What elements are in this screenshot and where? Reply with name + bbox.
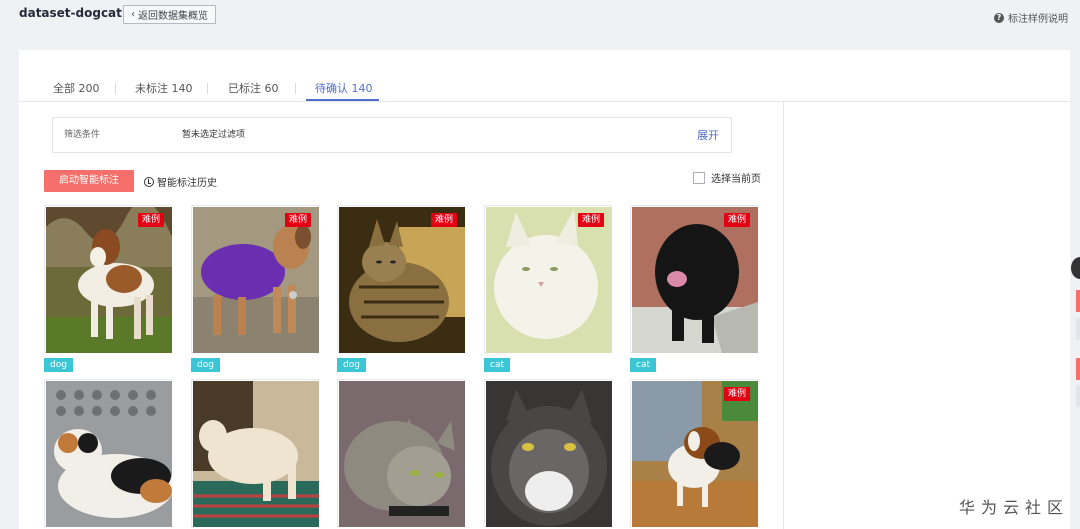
filter-value: 暂未选定过滤项 bbox=[182, 130, 246, 140]
label-tag: dog bbox=[44, 358, 73, 372]
image-card[interactable] bbox=[484, 379, 612, 527]
filter-box: 筛选条件 暂未选定过滤项 展开 bbox=[52, 117, 732, 153]
tab-labeled[interactable]: 已标注 60 bbox=[228, 80, 279, 96]
auto-label-history-link[interactable]: 智能标注历史 bbox=[144, 174, 217, 189]
labeling-example-help-link[interactable]: ? 标注样例说明 bbox=[994, 10, 1068, 25]
cat-photo bbox=[486, 381, 612, 527]
filter-expand-link[interactable]: 展开 bbox=[697, 127, 719, 143]
hard-example-badge: 难例 bbox=[430, 213, 457, 227]
floating-side-tab[interactable] bbox=[1076, 385, 1080, 407]
cat-photo bbox=[486, 207, 612, 353]
label-tag: cat bbox=[630, 358, 656, 372]
tab-divider bbox=[207, 83, 208, 94]
start-auto-label-button[interactable]: 启动智能标注 bbox=[44, 170, 134, 192]
hard-example-badge: 难例 bbox=[577, 213, 604, 227]
history-icon bbox=[144, 176, 154, 187]
history-label: 智能标注历史 bbox=[157, 178, 217, 189]
dog-photo bbox=[193, 207, 319, 353]
watermark: 华为云社区 bbox=[958, 498, 1069, 517]
hard-example-badge: 难例 bbox=[284, 213, 311, 227]
chevron-left-icon: ‹ bbox=[131, 9, 135, 20]
image-card[interactable] bbox=[337, 379, 465, 527]
image-card[interactable] bbox=[191, 379, 319, 527]
help-label: 标注样例说明 bbox=[1008, 14, 1068, 25]
tab-divider bbox=[295, 83, 296, 94]
image-card[interactable]: 难例 bbox=[630, 379, 758, 527]
question-icon: ? bbox=[994, 12, 1004, 23]
main-panel: 全部 200 未标注 140 已标注 60 待确认 140 筛选条件 暂未选定过… bbox=[19, 50, 1070, 529]
floating-side-tab[interactable] bbox=[1076, 290, 1080, 312]
select-current-page[interactable]: 选择当前页 bbox=[693, 170, 761, 185]
image-card[interactable]: 难例 bbox=[44, 205, 172, 353]
top-bar: dataset-dogcat ‹ 返回数据集概览 ? 标注样例说明 bbox=[0, 0, 1080, 50]
label-tag: dog bbox=[191, 358, 220, 372]
cat-photo bbox=[339, 381, 465, 527]
cat-photo bbox=[193, 381, 319, 527]
dog-photo bbox=[632, 381, 758, 527]
image-card[interactable]: 难例 bbox=[630, 205, 758, 353]
tab-divider bbox=[115, 83, 116, 94]
image-card[interactable] bbox=[44, 379, 172, 527]
dog-photo bbox=[632, 207, 758, 353]
floating-side-tab[interactable] bbox=[1076, 358, 1080, 380]
dataset-title: dataset-dogcat bbox=[19, 6, 122, 20]
hard-example-badge: 难例 bbox=[723, 213, 750, 227]
back-to-overview-button[interactable]: ‹ 返回数据集概览 bbox=[123, 5, 216, 24]
hard-example-badge: 难例 bbox=[723, 387, 750, 401]
tab-pending-confirm[interactable]: 待确认 140 bbox=[315, 80, 373, 96]
floating-side-tab[interactable] bbox=[1076, 318, 1080, 340]
image-card[interactable]: 难例 bbox=[484, 205, 612, 353]
dog-photo bbox=[46, 207, 172, 353]
cat-photo bbox=[339, 207, 465, 353]
image-card[interactable]: 难例 bbox=[191, 205, 319, 353]
select-page-label: 选择当前页 bbox=[711, 174, 761, 185]
select-page-checkbox[interactable] bbox=[693, 171, 705, 184]
label-tag: dog bbox=[337, 358, 366, 372]
floating-widget[interactable] bbox=[1071, 257, 1080, 279]
label-tag: cat bbox=[484, 358, 510, 372]
tab-all[interactable]: 全部 200 bbox=[53, 80, 100, 96]
filter-label: 筛选条件 bbox=[64, 130, 101, 140]
tab-unlabeled[interactable]: 未标注 140 bbox=[135, 80, 193, 96]
active-tab-underline bbox=[306, 99, 379, 101]
cat-photo bbox=[46, 381, 172, 527]
tab-bar: 全部 200 未标注 140 已标注 60 待确认 140 bbox=[19, 70, 1070, 102]
right-pane-divider bbox=[783, 102, 784, 529]
image-card[interactable]: 难例 bbox=[337, 205, 465, 353]
hard-example-badge: 难例 bbox=[137, 213, 164, 227]
back-button-label: 返回数据集概览 bbox=[138, 11, 208, 22]
